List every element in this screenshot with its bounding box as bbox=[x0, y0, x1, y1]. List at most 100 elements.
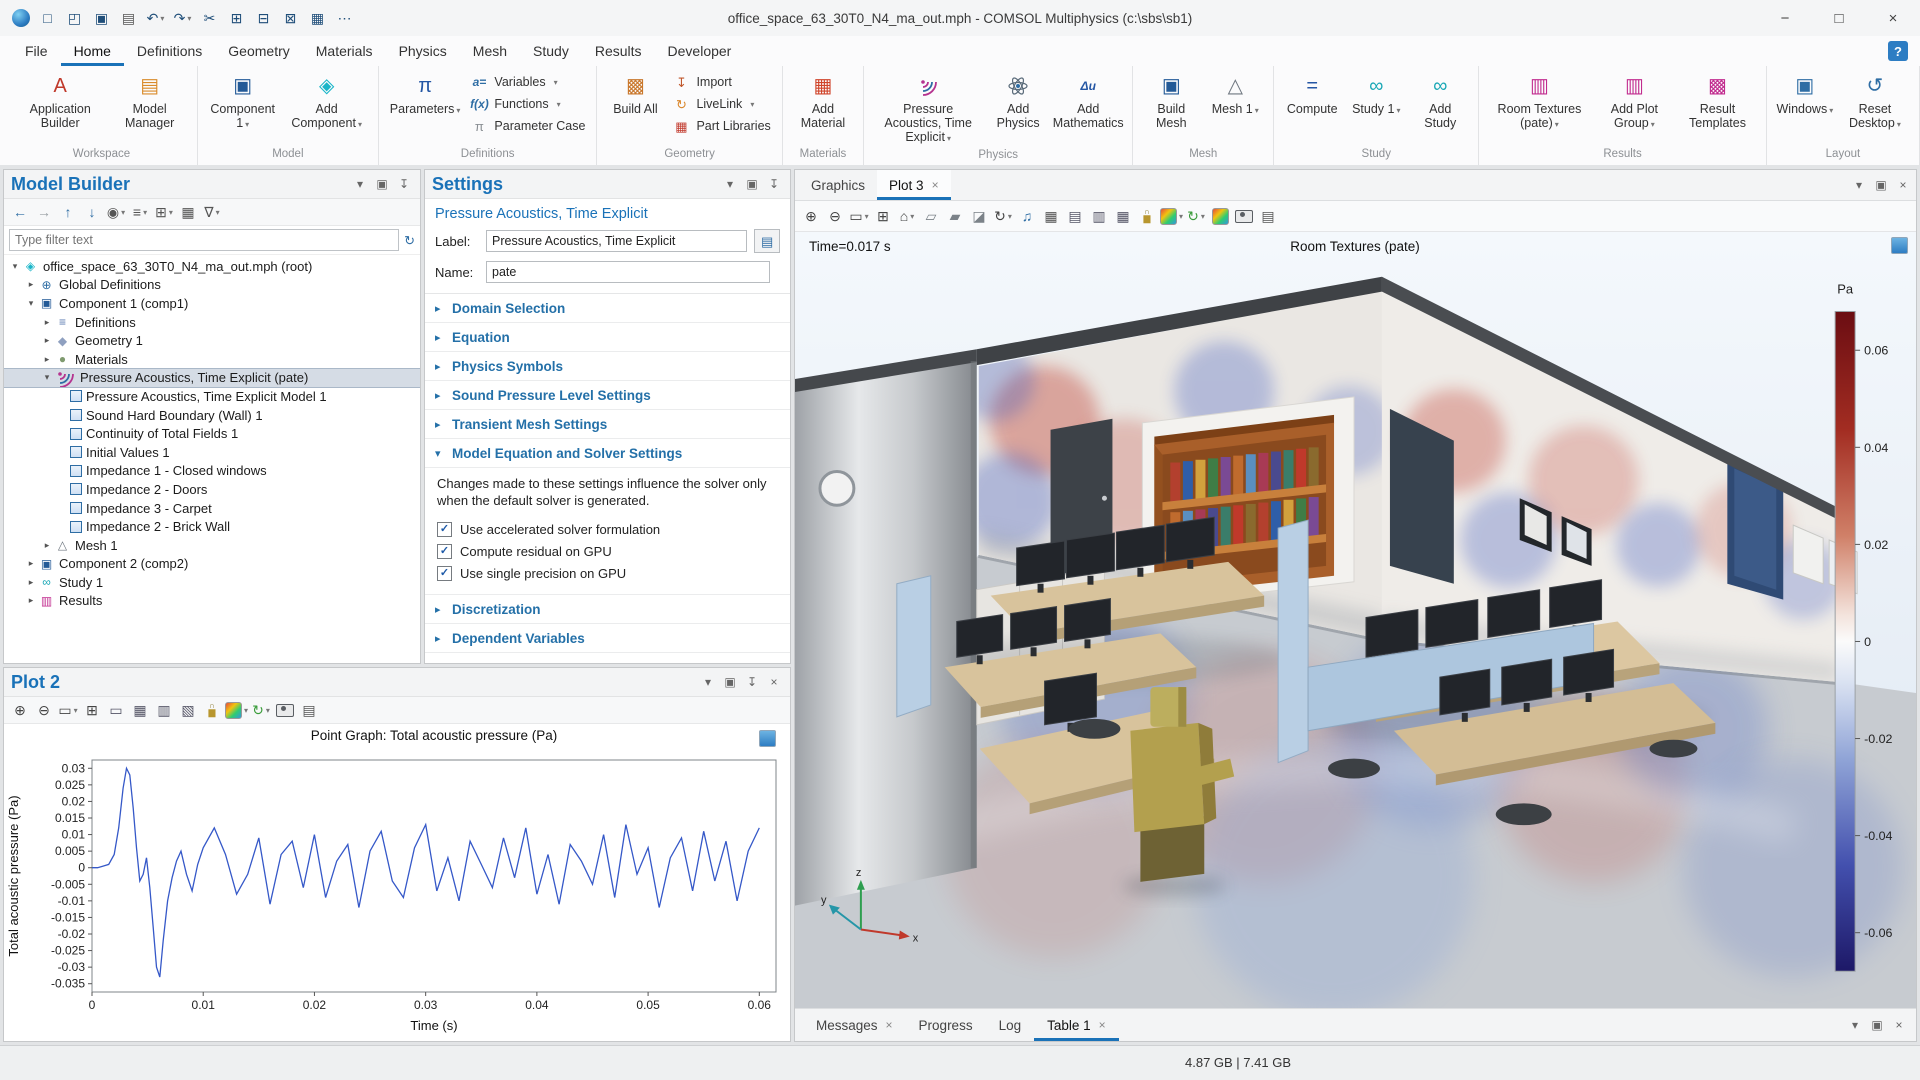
move-up-button[interactable]: ↑ bbox=[57, 201, 79, 223]
help-button[interactable]: ? bbox=[1888, 41, 1908, 61]
color-theme-button[interactable]: ▾ bbox=[1160, 205, 1183, 227]
view-zx-button[interactable]: ◪ bbox=[968, 205, 990, 227]
tab-graphics[interactable]: Graphics bbox=[799, 170, 877, 200]
panel-float-button[interactable]: ▣ bbox=[373, 175, 391, 193]
menu-study[interactable]: Study bbox=[520, 36, 582, 66]
tree-item-study-1[interactable]: ▸ ∞ Study 1 bbox=[4, 573, 420, 592]
comsol-logo-button[interactable] bbox=[8, 5, 33, 31]
menu-definitions[interactable]: Definitions bbox=[124, 36, 215, 66]
tree-item-definitions[interactable]: ▸ ≡ Definitions bbox=[4, 313, 420, 332]
windows-button[interactable]: ▣ Windows ▾ bbox=[1774, 70, 1836, 121]
panel-float-button[interactable]: ▣ bbox=[1872, 176, 1890, 194]
section-transient-mesh-settings[interactable]: ▸ Transient Mesh Settings bbox=[425, 410, 790, 439]
new-file-button[interactable]: □ bbox=[35, 5, 60, 31]
menu-developer[interactable]: Developer bbox=[655, 36, 745, 66]
tree-item-pressure-acoustics-time-explicit-pate[interactable]: ▾ Pressure Acoustics, Time Explicit (pate… bbox=[4, 367, 420, 389]
name-input[interactable] bbox=[486, 261, 770, 283]
tree-item-sound-hard-boundary-wall-1[interactable]: Sound Hard Boundary (Wall) 1 bbox=[4, 406, 420, 425]
zoom-extents-button[interactable]: ⊞ bbox=[872, 205, 894, 227]
livelink-button[interactable]: ↻ LiveLink ▾ bbox=[668, 95, 774, 113]
panel-close-button[interactable]: × bbox=[1890, 1016, 1908, 1034]
plot-settings-button[interactable] bbox=[1209, 205, 1231, 227]
close-icon[interactable]: × bbox=[1099, 1018, 1106, 1032]
tab-table-1[interactable]: Table 1 × bbox=[1034, 1009, 1119, 1041]
menu-materials[interactable]: Materials bbox=[303, 36, 386, 66]
expand-arrow-icon[interactable]: ▸ bbox=[24, 577, 38, 588]
reset-desktop-button[interactable]: ↺ Reset Desktop ▾ bbox=[1838, 70, 1912, 135]
axes-equal-button[interactable]: ▥ bbox=[153, 699, 175, 721]
pressure-acoustics-time-explicit-button[interactable]: Pressure Acoustics, Time Explicit ▾ bbox=[871, 70, 985, 149]
detach-plot-icon[interactable] bbox=[1891, 237, 1908, 254]
tree-item-impedance-1-closed-windows[interactable]: Impedance 1 - Closed windows bbox=[4, 462, 420, 481]
room-textures-pate-button[interactable]: ▥ Room Textures (pate) ▾ bbox=[1486, 70, 1592, 135]
zoom-extents-button[interactable]: ⊞ bbox=[81, 699, 103, 721]
options-button[interactable]: ⋯ bbox=[332, 5, 357, 31]
filter-input[interactable] bbox=[9, 229, 400, 251]
section-sound-pressure-level-settings[interactable]: ▸ Sound Pressure Level Settings bbox=[425, 381, 790, 410]
legend-toggle-button[interactable]: ▧ bbox=[177, 699, 199, 721]
view-xy-button[interactable]: ▱ bbox=[920, 205, 942, 227]
mesh-1-button[interactable]: △ Mesh 1 ▾ bbox=[1204, 70, 1266, 121]
section-dependent-variables[interactable]: ▸ Dependent Variables bbox=[425, 624, 790, 653]
plot2-chart-area[interactable]: 0.03 0.025 0.02 0.015 0.01 0.005 0 -0.005 -0.01 -… bbox=[4, 724, 790, 1045]
result-templates-button[interactable]: ▩ Result Templates bbox=[1676, 70, 1759, 133]
rotate-button[interactable]: ↻ ▾ bbox=[992, 205, 1014, 227]
tree-settings-button[interactable]: ⊞ ▾ bbox=[153, 201, 175, 223]
panel-close-button[interactable]: × bbox=[1894, 176, 1912, 194]
save-button[interactable]: ▣ bbox=[89, 5, 114, 31]
tree-item-component-2-comp2[interactable]: ▸ ▣ Component 2 (comp2) bbox=[4, 555, 420, 574]
cut-button[interactable]: ✂ bbox=[197, 5, 222, 31]
open-file-button[interactable]: ◰ bbox=[62, 5, 87, 31]
filter-button[interactable]: ∇ ▾ bbox=[201, 201, 223, 223]
maximize-button[interactable]: □ bbox=[1812, 0, 1866, 36]
add-material-button[interactable]: ▦ Add Material bbox=[790, 70, 856, 133]
menu-geometry[interactable]: Geometry bbox=[215, 36, 302, 66]
copy-button[interactable]: ⊞ bbox=[224, 5, 249, 31]
zoom-box-button[interactable]: ▭ ▾ bbox=[848, 205, 870, 227]
view-yz-button[interactable]: ▰ bbox=[944, 205, 966, 227]
checkbox-icon[interactable]: ✓ bbox=[437, 521, 452, 537]
menu-mesh[interactable]: Mesh bbox=[460, 36, 520, 66]
expand-arrow-icon[interactable]: ▸ bbox=[40, 335, 54, 346]
close-button[interactable]: × bbox=[1866, 0, 1920, 36]
default-view-button[interactable]: ⌂ ▾ bbox=[896, 205, 918, 227]
section-model-equation-and-solver-settings[interactable]: ▾ Model Equation and Solver Settings bbox=[425, 439, 790, 468]
zoom-out-button[interactable]: ⊖ bbox=[33, 699, 55, 721]
snapshot-button[interactable] bbox=[274, 699, 296, 721]
lock-axes-button[interactable]: ∩ ▆ bbox=[201, 699, 223, 721]
graphics-canvas[interactable]: Pa 0.06 0.04 0.02 0 -0.02 -0.04 -0.06 z x y Ti… bbox=[795, 232, 1916, 1008]
grid-lines-button[interactable]: ▦ bbox=[129, 699, 151, 721]
forward-button[interactable]: → bbox=[33, 201, 55, 223]
model-manager-button[interactable]: ▤ Model Manager bbox=[109, 70, 189, 133]
checkbox-compute-residual-on-gpu[interactable]: ✓ Compute residual on GPU bbox=[437, 540, 778, 562]
panel-menu-button[interactable]: ▾ bbox=[699, 673, 717, 691]
add-component-button[interactable]: ◈ Add Component ▾ bbox=[282, 70, 370, 135]
tree-item-impedance-2-doors[interactable]: Impedance 2 - Doors bbox=[4, 480, 420, 499]
section-discretization[interactable]: ▸ Discretization bbox=[425, 595, 790, 624]
checkbox-icon[interactable]: ✓ bbox=[437, 543, 452, 559]
collapse-arrow-icon[interactable]: ▾ bbox=[8, 261, 22, 272]
collapse-arrow-icon[interactable]: ▾ bbox=[40, 372, 54, 383]
study-1-button[interactable]: ∞ Study 1 ▾ bbox=[1345, 70, 1407, 121]
part-libraries-button[interactable]: ▦ Part Libraries bbox=[668, 117, 774, 135]
panel-pin-button[interactable]: ↧ bbox=[765, 175, 783, 193]
paste-button[interactable]: ⊟ bbox=[251, 5, 276, 31]
play-sound-button[interactable]: ♫ bbox=[1016, 205, 1038, 227]
panel-float-button[interactable]: ▣ bbox=[1868, 1016, 1886, 1034]
tree-item-geometry-1[interactable]: ▸ ◆ Geometry 1 bbox=[4, 331, 420, 350]
tab-messages[interactable]: Messages × bbox=[803, 1009, 906, 1041]
tab-log[interactable]: Log bbox=[986, 1009, 1035, 1041]
redo-button[interactable]: ↷ ▾ bbox=[170, 5, 195, 31]
split-vertical-button[interactable]: ▦ bbox=[1112, 205, 1134, 227]
print-button[interactable]: ▤ bbox=[116, 5, 141, 31]
tree-item-impedance-2-brick-wall[interactable]: Impedance 2 - Brick Wall bbox=[4, 517, 420, 536]
expand-arrow-icon[interactable]: ▸ bbox=[24, 279, 38, 290]
section-equation[interactable]: ▸ Equation bbox=[425, 323, 790, 352]
table-view-button[interactable]: ▦ bbox=[1040, 205, 1062, 227]
tree-item-component-1-comp1[interactable]: ▾ ▣ Component 1 (comp1) bbox=[4, 294, 420, 313]
tree-item-materials[interactable]: ▸ ● Materials bbox=[4, 350, 420, 369]
lock-view-button[interactable]: ∩ ▆ bbox=[1136, 205, 1158, 227]
undo-button[interactable]: ↶ ▾ bbox=[143, 5, 168, 31]
panel-menu-button[interactable]: ▾ bbox=[1850, 176, 1868, 194]
panel-float-button[interactable]: ▣ bbox=[743, 175, 761, 193]
